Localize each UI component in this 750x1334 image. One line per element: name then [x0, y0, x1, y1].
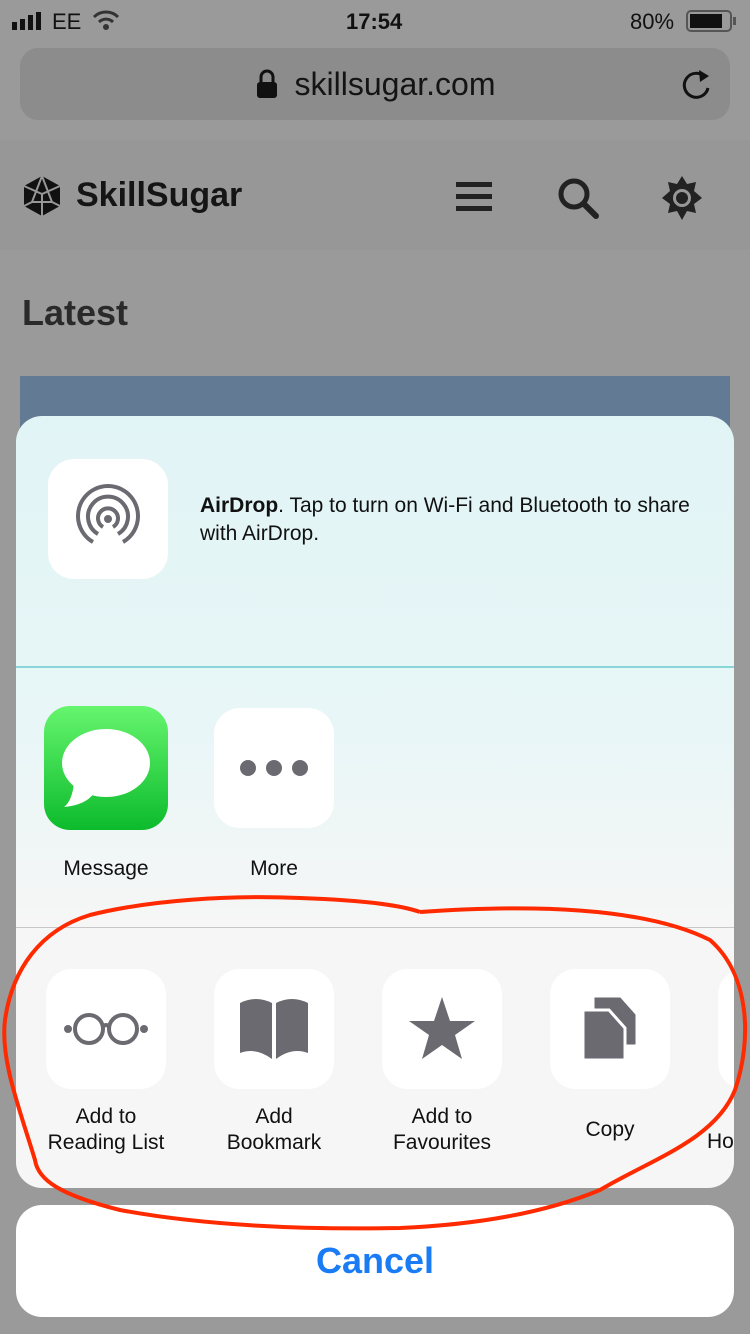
star-icon — [409, 997, 475, 1059]
action-reading-list[interactable] — [46, 969, 166, 1089]
action-label: Copy — [525, 1117, 695, 1143]
airdrop-button[interactable] — [48, 459, 168, 579]
url-text: skillsugar.com — [294, 65, 496, 102]
action-partial[interactable] — [718, 969, 734, 1089]
address-bar[interactable]: skillsugar.com — [20, 48, 730, 120]
action-add-bookmark[interactable] — [214, 969, 334, 1089]
brand-name: SkillSugar — [76, 176, 243, 214]
wifi-icon — [92, 10, 120, 30]
action-label: Ho — [707, 1130, 734, 1153]
label-line: Favourites — [392, 1131, 492, 1154]
menu-icon[interactable] — [456, 180, 494, 214]
glasses-icon — [64, 1013, 148, 1045]
label-line: Add to — [75, 1105, 137, 1128]
app-label: More — [250, 857, 298, 880]
action-label: Add to Reading List — [21, 1104, 191, 1156]
action-label: Add to Favourites — [357, 1104, 527, 1156]
label-line: Add — [255, 1105, 293, 1128]
status-bar: EE 17:54 80% — [0, 0, 750, 40]
divider — [16, 666, 734, 668]
book-icon — [240, 999, 308, 1059]
label-line: Reading List — [47, 1131, 165, 1154]
airdrop-icon — [76, 484, 140, 544]
app-message[interactable] — [44, 706, 168, 830]
app-more[interactable] — [214, 708, 334, 828]
lock-icon — [256, 69, 277, 98]
reload-icon[interactable] — [680, 68, 714, 102]
label-line: Add to — [411, 1105, 473, 1128]
copy-icon — [581, 996, 639, 1062]
divider — [16, 927, 734, 928]
message-icon — [62, 729, 150, 807]
action-label: Add Bookmark — [189, 1104, 359, 1156]
share-sheet: AirDrop. Tap to turn on Wi-Fi and Blueto… — [16, 416, 734, 1188]
battery-percent: 80% — [630, 9, 675, 34]
cancel-button[interactable]: Cancel — [16, 1205, 734, 1317]
action-copy[interactable] — [550, 969, 670, 1089]
airdrop-title: AirDrop — [200, 494, 279, 517]
theme-toggle-icon[interactable] — [660, 176, 704, 220]
site-header: SkillSugar — [0, 140, 750, 250]
logo-icon — [23, 174, 61, 216]
airdrop-description: AirDrop. Tap to turn on Wi-Fi and Blueto… — [200, 492, 710, 548]
more-icon — [240, 760, 308, 776]
battery-icon — [686, 10, 736, 32]
search-icon[interactable] — [556, 176, 600, 220]
clock: 17:54 — [346, 9, 403, 34]
label-line: Copy — [585, 1118, 635, 1141]
carrier: EE — [52, 9, 82, 34]
app-label: Message — [63, 857, 149, 880]
action-add-favourites[interactable] — [382, 969, 502, 1089]
section-title: Latest — [22, 292, 129, 333]
label-line: Bookmark — [226, 1131, 322, 1154]
signal-icon — [12, 12, 41, 30]
